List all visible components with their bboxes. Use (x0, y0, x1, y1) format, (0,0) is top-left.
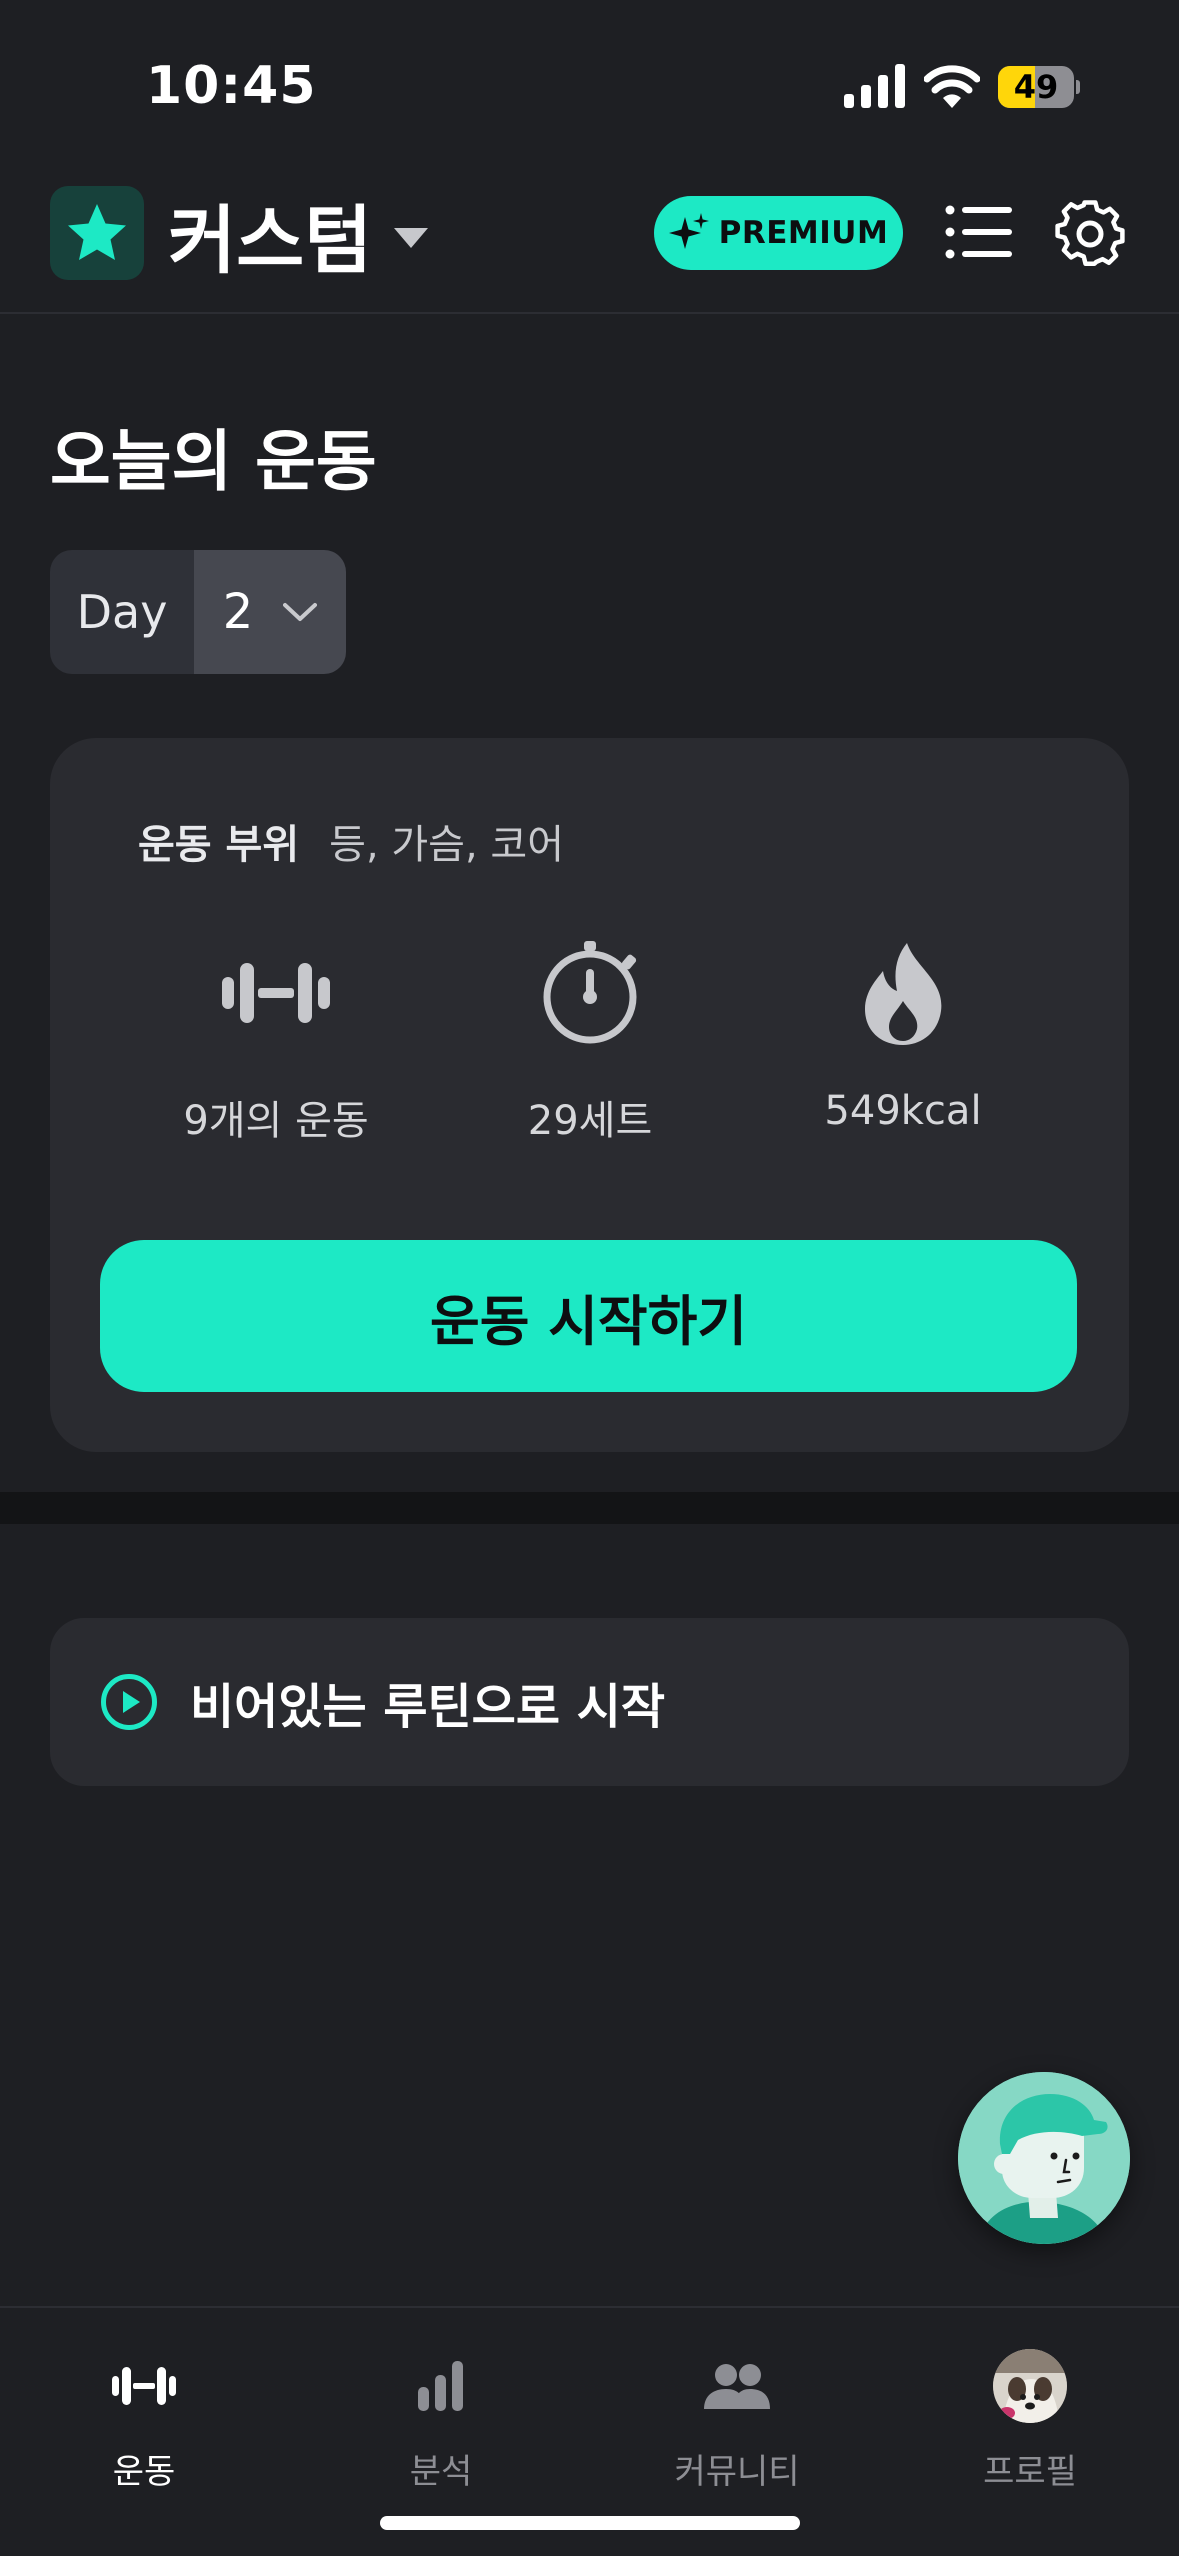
stat-icon (126, 938, 426, 1048)
chevron-down-icon (283, 603, 318, 621)
tab-icon (24, 2348, 264, 2424)
day-selector[interactable]: Day 2 (50, 550, 346, 674)
tab-label: 운동 (112, 2452, 176, 2492)
premium-label: PREMIUM (718, 215, 889, 251)
home-indicator (380, 2516, 800, 2530)
flame-icon (865, 943, 942, 1045)
wifi-icon (924, 65, 980, 108)
coach-avatar-button[interactable] (958, 2072, 1130, 2244)
battery-cap (1076, 80, 1080, 94)
stat-sets: 29세트 (440, 938, 740, 1146)
dumbbell-icon (222, 963, 330, 1023)
workspace-name: 커스텀 (168, 197, 373, 284)
start-workout-button[interactable]: 운동 시작하기 (100, 1240, 1077, 1392)
stat-exercises: 9개의 운동 (126, 938, 426, 1146)
section-divider (0, 1492, 1179, 1524)
day-label: Day (76, 585, 168, 639)
workspace-selector[interactable]: 커스텀 (168, 184, 429, 284)
empty-routine-label: 비어있는 루틴으로 시작 (190, 1679, 666, 1735)
bar-chart-icon (418, 2361, 463, 2411)
star-icon (68, 204, 126, 260)
tab-label: 커뮤니티 (674, 2452, 800, 2492)
tab-label: 프로필 (983, 2452, 1077, 2492)
empty-routine-button[interactable]: 비어있는 루틴으로 시작 (50, 1618, 1129, 1786)
cellular-signal-icon (844, 64, 905, 108)
tab-icon (617, 2348, 857, 2424)
battery-level: 49 (1013, 68, 1059, 106)
stat-text: 9개의 운동 (183, 1098, 369, 1144)
premium-button[interactable]: PREMIUM (654, 196, 903, 270)
workout-card: 운동 부위 등, 가슴, 코어 9개의 운동 29세트 549kcal 운동 시… (50, 738, 1129, 1452)
body-parts-label: 운동 부위 (138, 822, 300, 868)
tab-workout[interactable]: 운동 (24, 2348, 264, 2493)
sparkle-icon (668, 213, 709, 249)
body-parts-value: 등, 가슴, 코어 (329, 822, 564, 868)
body-parts: 운동 부위 등, 가슴, 코어 (138, 812, 564, 870)
stat-icon (440, 938, 740, 1048)
page-title: 오늘의 운동 (50, 423, 377, 500)
gear-icon[interactable] (1054, 198, 1126, 270)
status-time: 10:45 (146, 56, 317, 116)
caret-down-icon (394, 228, 429, 248)
stat-icon (753, 938, 1053, 1048)
tab-label: 분석 (409, 2452, 473, 2492)
day-label-box: Day (50, 550, 194, 674)
battery-icon: 49 (998, 66, 1080, 108)
profile-photo (993, 2349, 1067, 2423)
avatar (993, 2349, 1067, 2423)
tab-icon (321, 2348, 561, 2424)
coach-character-icon (958, 2072, 1130, 2244)
tab-analysis[interactable]: 분석 (321, 2348, 561, 2493)
dumbbell-icon (112, 2367, 176, 2405)
stat-text: 29세트 (527, 1098, 653, 1144)
battery-body: 49 (998, 66, 1074, 108)
day-value: 2 (222, 584, 254, 640)
start-workout-label: 운동 시작하기 (430, 1289, 747, 1353)
list-menu-icon[interactable] (944, 200, 1012, 264)
play-circle-icon (101, 1674, 157, 1730)
tab-profile[interactable]: 프로필 (910, 2348, 1150, 2493)
screen: 10:45 49 커스텀 PREMIUM 오늘의 운동 Day 2 운동 부위 … (0, 0, 1179, 2556)
people-icon (704, 2364, 770, 2409)
stopwatch-icon (543, 941, 637, 1044)
status-bar: 10:45 49 (0, 0, 1179, 170)
app-header: 커스텀 PREMIUM (0, 170, 1179, 314)
stat-calories: 549kcal (753, 938, 1053, 1134)
day-dropdown[interactable]: 2 (194, 550, 346, 674)
tab-community[interactable]: 커뮤니티 (617, 2348, 857, 2493)
tab-icon (910, 2348, 1150, 2424)
stat-text: 549kcal (824, 1088, 982, 1134)
app-logo (50, 186, 144, 280)
